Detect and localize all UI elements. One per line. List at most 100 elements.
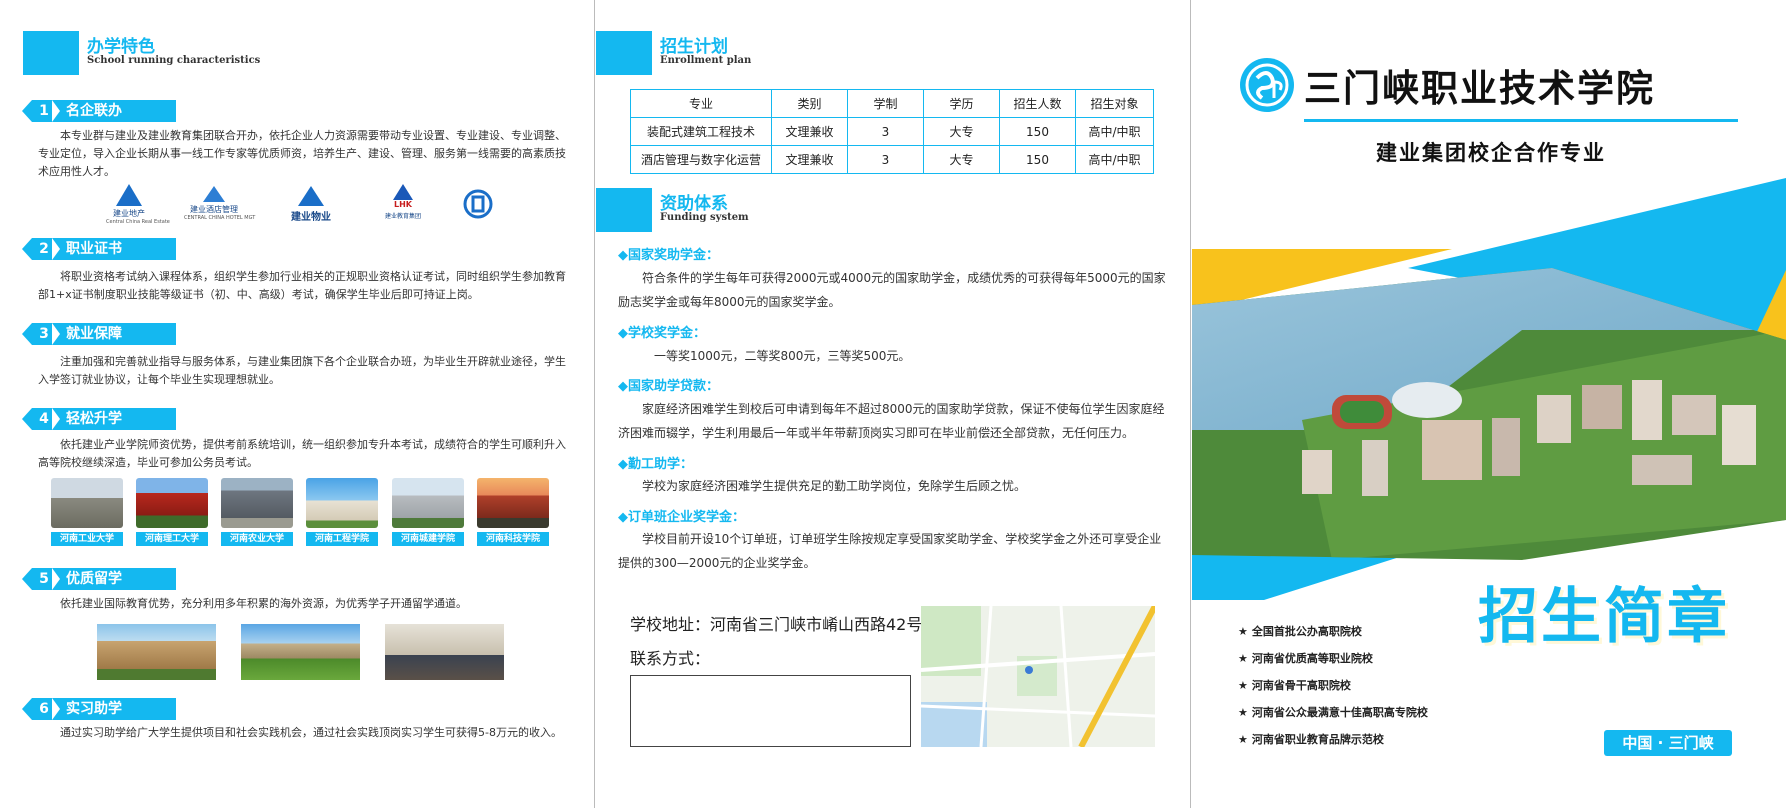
abroad-photo: [97, 624, 216, 680]
item-title: 就业保障: [66, 326, 122, 342]
university-photo: [221, 478, 293, 528]
table-row: 酒店管理与数字化运营 文理兼收 3 大专 150 高中/中职: [630, 145, 1154, 174]
item-bar-6: 6 实习助学: [22, 698, 176, 720]
column-header: 招生人数: [999, 89, 1076, 118]
section-subtitle: Funding system: [660, 212, 749, 223]
header-block: [596, 188, 652, 232]
section-title: 资助体系: [660, 194, 728, 214]
abroad-photo: [241, 624, 360, 680]
middle-panel: 招生计划 Enrollment plan 专业 类别 学制 学历 招生人数 招生…: [596, 0, 1191, 808]
university-card: 河南工程学院: [306, 478, 378, 546]
left-panel: 办学特色 School running characteristics 1 名企联…: [0, 0, 595, 808]
contact-box: [630, 675, 911, 747]
table-cell: 文理兼收: [771, 117, 848, 146]
logo-jianye-real-estate: 建业地产 Central China Real Estate: [106, 184, 170, 225]
item-text-6: 通过实习助学给广大学生提供项目和社会实践机会，通过社会实践顶岗实习学生可获得5-…: [60, 726, 562, 739]
honor-item: ★ 河南省优质高等职业院校: [1238, 652, 1373, 665]
university-name: 河南工业大学: [51, 532, 123, 546]
table-cell: 3: [847, 117, 924, 146]
university-name: 河南科技学院: [477, 532, 549, 546]
header-block: [596, 31, 652, 75]
table-cell: 文理兼收: [771, 145, 848, 174]
university-photo: [306, 478, 378, 528]
item-number: 6: [39, 701, 49, 717]
location-map: [921, 606, 1155, 747]
logo-badge: LHK: [394, 200, 412, 209]
university-photo: [477, 478, 549, 528]
item-text-1: 本专业群与建业及建业教育集团联合开办，依托企业人力资源需要带动专业设置、专业建设…: [38, 129, 566, 178]
school-address: 学校地址：河南省三门峡市崤山西路42号: [630, 615, 923, 634]
item-bar-3: 3 就业保障: [22, 323, 176, 345]
table-cell: 高中/中职: [1075, 117, 1154, 146]
brochure-title: 招生简章: [1478, 582, 1730, 652]
funding-title: ◆勤工助学：: [618, 457, 693, 472]
right-panel: 三门峡职业技术学院 建业集团校企合作专业 招生简章 ★ 全国首批公办高职院校 ★…: [1192, 0, 1786, 808]
item-text-3: 注重加强和完善就业指导与服务体系，与建业集团旗下各个企业联合办班，为毕业生开辟就…: [38, 355, 566, 386]
logo-jianye-education: LHK 建业教育集团: [378, 184, 428, 220]
university-card: 河南城建学院: [392, 478, 464, 546]
item-number: 2: [39, 241, 49, 257]
section-title: 办学特色: [87, 37, 155, 57]
item-number: 1: [39, 103, 49, 119]
logo-jianye-hotel: 建业酒店管理 CENTRAL CHINA HOTEL MGT: [184, 186, 255, 221]
table-cell: 高中/中职: [1075, 145, 1154, 174]
section-subtitle: Enrollment plan: [660, 55, 752, 66]
item-text-5: 依托建业国际教育优势，充分利用多年积累的海外资源，为优秀学子开通留学通道。: [60, 597, 467, 610]
item-number: 5: [39, 571, 49, 587]
abroad-photo: [385, 624, 504, 680]
table-cell: 150: [999, 117, 1076, 146]
item-text-4: 依托建业产业学院师资优势，提供考前系统培训，统一组织参加专升本考试，成绩符合的学…: [38, 438, 566, 469]
university-card: 河南工业大学: [51, 478, 123, 546]
funding-title: ◆学校奖学金：: [618, 326, 706, 341]
location-badge: 中国 · 三门峡: [1604, 730, 1732, 756]
funding-text: 学校为家庭经济困难学生提供充足的勤工助学岗位，免除学生后顾之忧。: [642, 479, 1027, 493]
item-bar-1: 1 名企联办: [22, 100, 176, 122]
university-name: 河南工程学院: [306, 532, 378, 546]
item-title: 优质留学: [66, 571, 122, 587]
university-card: 河南农业大学: [221, 478, 293, 546]
item-title: 轻松升学: [66, 411, 122, 427]
item-text-2: 将职业资格考试纳入课程体系，组织学生参加行业相关的正规职业资格认证考试，同时组织…: [38, 270, 566, 301]
logo-jianye-property: 建业物业: [288, 186, 334, 223]
item-bar-5: 5 优质留学: [22, 568, 176, 590]
university-name: 河南城建学院: [392, 532, 464, 546]
funding-text: 学校目前开设10个订单班，订单班学生除按规定享受国家奖助学金、学校奖学金之外还可…: [618, 532, 1162, 570]
university-photo: [392, 478, 464, 528]
university-card: 河南理工大学: [136, 478, 208, 546]
item-bar-2: 2 职业证书: [22, 238, 176, 260]
honor-item: ★ 河南省职业教育品牌示范校: [1238, 733, 1384, 746]
table-cell: 酒店管理与数字化运营: [630, 145, 772, 174]
funding-text: 符合条件的学生每年可获得2000元或4000元的国家助学金，成绩优秀的可获得每年…: [618, 271, 1166, 309]
contact-label: 联系方式：: [630, 649, 711, 668]
column-header: 专业: [630, 89, 772, 118]
table-cell: 装配式建筑工程技术: [630, 117, 772, 146]
section-title: 招生计划: [660, 37, 728, 57]
column-header: 学历: [923, 89, 1000, 118]
column-header: 招生对象: [1075, 89, 1154, 118]
column-header: 类别: [771, 89, 848, 118]
university-name: 河南理工大学: [136, 532, 208, 546]
funding-title: ◆订单班企业奖学金：: [618, 510, 745, 525]
column-header: 学制: [847, 89, 924, 118]
funding-title: ◆国家奖助学金：: [618, 248, 719, 263]
honor-item: ★ 河南省公众最满意十佳高职高专院校: [1238, 706, 1428, 719]
table-cell: 大专: [923, 117, 1000, 146]
item-title: 名企联办: [66, 103, 122, 119]
funding-text: 家庭经济困难学生到校后可申请到每年不超过8000元的国家助学贷款，保证不使每位学…: [618, 402, 1165, 440]
table-cell: 150: [999, 145, 1076, 174]
table-header-row: 专业 类别 学制 学历 招生人数 招生对象: [630, 89, 1154, 118]
university-card: 河南科技学院: [477, 478, 549, 546]
table-cell: 大专: [923, 145, 1000, 174]
university-name: 河南农业大学: [221, 532, 293, 546]
table-cell: 3: [847, 145, 924, 174]
university-photo: [51, 478, 123, 528]
item-bar-4: 4 轻松升学: [22, 408, 176, 430]
honor-item: ★ 河南省骨干高职院校: [1238, 679, 1351, 692]
section-subtitle: School running characteristics: [87, 55, 261, 66]
table-row: 装配式建筑工程技术 文理兼收 3 大专 150 高中/中职: [630, 117, 1154, 146]
header-block: [23, 31, 79, 75]
honor-item: ★ 全国首批公办高职院校: [1238, 625, 1362, 638]
logo-dmd: [462, 188, 494, 220]
funding-text: 一等奖1000元，二等奖800元，三等奖500元。: [654, 349, 911, 363]
item-title: 职业证书: [66, 241, 122, 257]
